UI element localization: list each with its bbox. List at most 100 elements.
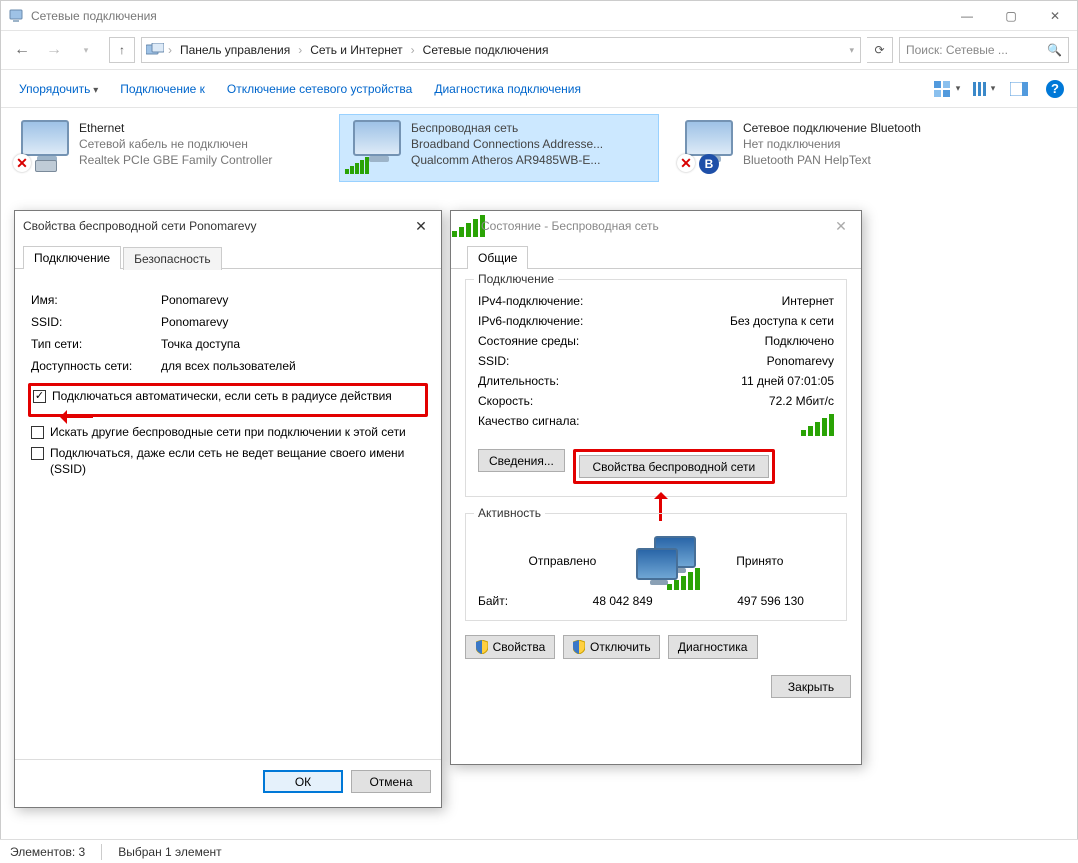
bc-seg-1[interactable]: Панель управления xyxy=(176,43,294,57)
minimize-button[interactable]: — xyxy=(945,1,989,31)
close-button[interactable]: ✕ xyxy=(1033,1,1077,31)
view-icon[interactable]: ▾ xyxy=(933,77,961,101)
breadcrumb-icon xyxy=(146,42,164,58)
properties-button[interactable]: Свойства xyxy=(465,635,555,659)
connection-group: Подключение IPv4-подключение:Интернет IP… xyxy=(465,279,847,497)
conn-status: Сетевой кабель не подключен xyxy=(79,136,272,152)
help-icon[interactable]: ? xyxy=(1041,77,1069,101)
toolbar-connect[interactable]: Подключение к xyxy=(110,76,215,102)
ok-button[interactable]: ОК xyxy=(263,770,343,793)
maximize-button[interactable]: ▢ xyxy=(989,1,1033,31)
disable-button[interactable]: Отключить xyxy=(563,635,660,659)
bc-seg-2[interactable]: Сеть и Интернет xyxy=(306,43,406,57)
search-icon: 🔍 xyxy=(1047,43,1062,57)
wifi-properties-dialog: Свойства беспроводной сети Ponomarevy ✕ … xyxy=(14,210,442,808)
name-label: Имя: xyxy=(31,293,161,307)
availability-value: для всех пользователей xyxy=(161,359,425,373)
conn-title: Беспроводная сеть xyxy=(411,120,603,136)
ipv4-label: IPv4-подключение: xyxy=(478,294,583,308)
window-title: Сетевые подключения xyxy=(31,9,945,23)
wifi-status-dialog: Состояние - Беспроводная сеть ✕ Общие По… xyxy=(450,210,862,765)
connect-hidden-checkbox[interactable] xyxy=(31,447,44,460)
conn-device: Qualcomm Atheros AR9485WB-E... xyxy=(411,152,603,168)
sent-label: Отправлено xyxy=(529,554,597,568)
nav-back-button[interactable]: ← xyxy=(9,37,35,63)
nav-up-button[interactable]: ↑ xyxy=(109,37,135,63)
dialog-titlebar: Свойства беспроводной сети Ponomarevy ✕ xyxy=(15,211,441,241)
ssid-label: SSID: xyxy=(31,315,161,329)
tab-general[interactable]: Общие xyxy=(467,246,528,269)
dialog-close-button[interactable]: ✕ xyxy=(409,218,433,235)
bytes-label: Байт: xyxy=(478,594,508,608)
preview-pane-icon[interactable] xyxy=(1005,77,1033,101)
conn-status: Broadband Connections Addresse... xyxy=(411,136,603,152)
search-placeholder: Поиск: Сетевые ... xyxy=(906,43,1008,57)
highlight-wifi-props: Свойства беспроводной сети xyxy=(573,449,775,484)
ipv4-value: Интернет xyxy=(782,294,834,308)
dialog-close-button[interactable]: ✕ xyxy=(829,218,853,235)
ethernet-icon: ✕ xyxy=(13,120,69,176)
address-row: ← → ▾ ↑ › Панель управления › Сеть и Инт… xyxy=(1,31,1077,70)
connection-bluetooth[interactable]: ✕ B Сетевое подключение Bluetooth Нет по… xyxy=(671,114,991,182)
shield-icon xyxy=(475,640,489,654)
close-button[interactable]: Закрыть xyxy=(771,675,851,698)
tab-security[interactable]: Безопасность xyxy=(123,247,222,270)
tab-row: Общие xyxy=(451,245,861,269)
nav-history-button[interactable]: ▾ xyxy=(73,37,99,63)
ssid-value: Ponomarevy xyxy=(767,354,834,368)
wifi-properties-button[interactable]: Свойства беспроводной сети xyxy=(579,455,769,478)
nav-arrows: ← → ▾ xyxy=(9,37,99,63)
conn-title: Ethernet xyxy=(79,120,272,136)
toolbar-disable[interactable]: Отключение сетевого устройства xyxy=(217,76,422,102)
toolbar-diagnostics[interactable]: Диагностика подключения xyxy=(424,76,591,102)
search-input[interactable]: Поиск: Сетевые ... 🔍 xyxy=(899,37,1069,63)
dialog-title: Состояние - Беспроводная сеть xyxy=(481,219,829,233)
speed-label: Скорость: xyxy=(478,394,533,408)
group-legend: Подключение xyxy=(474,272,558,286)
activity-group: Активность Отправлено Принято Байт: 48 0… xyxy=(465,513,847,621)
find-other-networks-label: Искать другие беспроводные сети при подк… xyxy=(50,425,406,441)
bluetooth-icon: ✕ B xyxy=(677,120,733,176)
conn-device: Realtek PCIe GBE Family Controller xyxy=(79,152,272,168)
diagnostics-button[interactable]: Диагностика xyxy=(668,635,758,659)
bc-sep: › xyxy=(166,43,174,57)
connections-list: ✕ Ethernet Сетевой кабель не подключен R… xyxy=(1,108,1077,188)
connection-wifi[interactable]: Беспроводная сеть Broadband Connections … xyxy=(339,114,659,182)
tab-connection[interactable]: Подключение xyxy=(23,246,121,269)
state-value: Подключено xyxy=(765,334,834,348)
bc-sep: › xyxy=(409,43,417,57)
titlebar: Сетевые подключения — ▢ ✕ xyxy=(1,1,1077,31)
dialog-button-row: Закрыть xyxy=(451,659,861,708)
ipv6-label: IPv6-подключение: xyxy=(478,314,583,328)
refresh-button[interactable]: ⟳ xyxy=(867,37,893,63)
ssid-label: SSID: xyxy=(478,354,509,368)
nav-forward-button[interactable]: → xyxy=(41,37,67,63)
window-controls: — ▢ ✕ xyxy=(945,1,1077,31)
bc-seg-3[interactable]: Сетевые подключения xyxy=(419,43,553,57)
find-other-networks-checkbox[interactable] xyxy=(31,426,44,439)
cancel-button[interactable]: Отмена xyxy=(351,770,431,793)
name-value: Ponomarevy xyxy=(161,293,425,307)
bc-dropdown[interactable]: ▾ xyxy=(847,45,856,56)
toolbar-organize[interactable]: Упорядочить xyxy=(9,76,108,102)
type-value: Точка доступа xyxy=(161,337,425,351)
state-label: Состояние среды: xyxy=(478,334,579,348)
conn-title: Сетевое подключение Bluetooth xyxy=(743,120,921,136)
auto-connect-label: Подключаться автоматически, если сеть в … xyxy=(52,389,392,405)
received-label: Принято xyxy=(736,554,783,568)
conn-device: Bluetooth PAN HelpText xyxy=(743,152,921,168)
signal-icon xyxy=(459,218,477,234)
arrow-annotation xyxy=(53,409,93,423)
toolbar: Упорядочить Подключение к Отключение сет… xyxy=(1,70,1077,108)
app-icon xyxy=(9,8,25,24)
duration-label: Длительность: xyxy=(478,374,559,388)
auto-connect-checkbox[interactable]: ✓ xyxy=(33,390,46,403)
arrange-icon[interactable]: ▾ xyxy=(969,77,997,101)
dialog-body: Имя:Ponomarevy SSID:Ponomarevy Тип сети:… xyxy=(15,269,441,759)
breadcrumb[interactable]: › Панель управления › Сеть и Интернет › … xyxy=(141,37,861,63)
type-label: Тип сети: xyxy=(31,337,161,351)
status-item-count: Элементов: 3 xyxy=(10,845,85,859)
bytes-sent-value: 48 042 849 xyxy=(593,594,653,608)
details-button[interactable]: Сведения... xyxy=(478,449,565,472)
connection-ethernet[interactable]: ✕ Ethernet Сетевой кабель не подключен R… xyxy=(7,114,327,182)
